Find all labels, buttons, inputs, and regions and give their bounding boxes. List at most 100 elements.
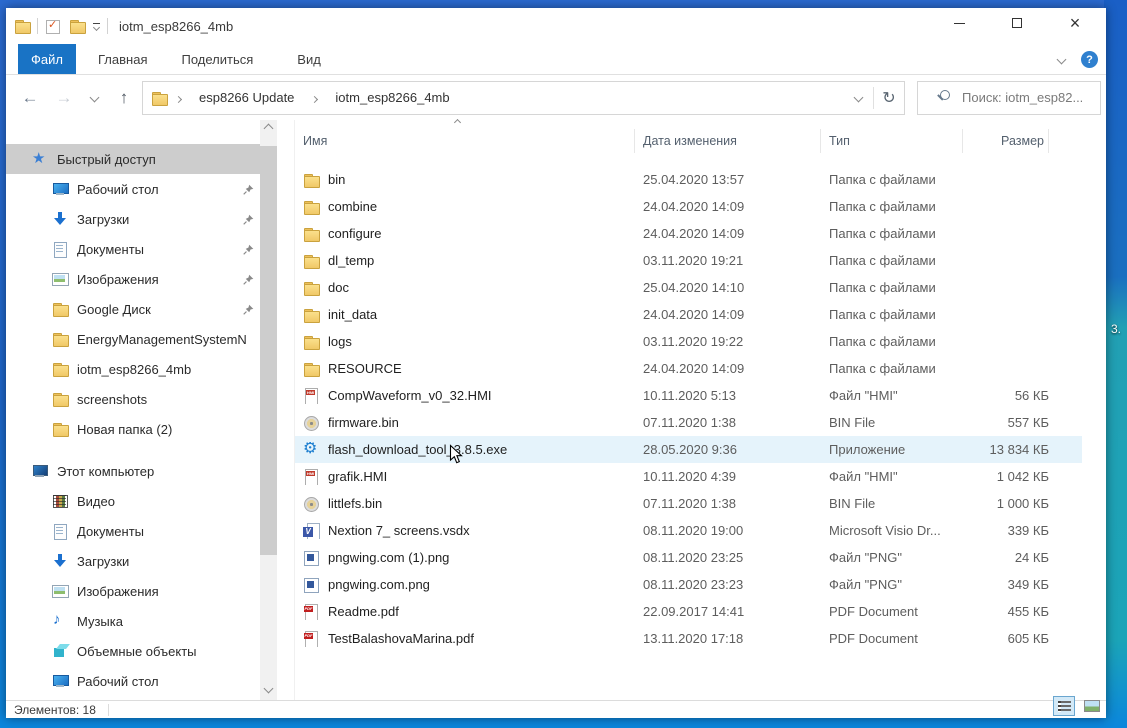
file-type: Папка с файлами [821,307,963,322]
details-view-icon [1058,701,1071,712]
address-dropdown-button[interactable] [843,82,873,114]
file-row[interactable]: logs03.11.2020 19:22Папка с файлами [295,328,1082,355]
close-button[interactable]: × [1046,8,1104,38]
file-row[interactable]: pngwing.com.png08.11.2020 23:23Файл "PNG… [295,571,1082,598]
scroll-up-arrow-icon[interactable] [264,124,274,134]
pin-icon [243,274,254,285]
file-row[interactable]: Readme.pdf22.09.2017 14:41PDF Document45… [295,598,1082,625]
sidebar-item-label: Изображения [77,272,159,287]
sidebar-item-downloads[interactable]: Загрузки [6,204,260,234]
tab-file[interactable]: Файл [18,44,76,74]
sidebar-item-iotm-esp8266[interactable]: iotm_esp8266_4mb [6,354,260,384]
thumbnails-view-button[interactable] [1081,696,1103,716]
file-row[interactable]: firmware.bin07.11.2020 1:38BIN File557 К… [295,409,1082,436]
navigation-pane: Быстрый доступ Рабочий стол Загрузки Док… [6,120,284,700]
column-header-date[interactable]: Дата изменения [635,129,821,153]
file-icon [303,307,319,323]
search-input[interactable] [962,90,1082,105]
file-row-hovered[interactable]: flash_download_tool_3.8.5.exe28.05.2020 … [295,436,1082,463]
minimize-button[interactable] [930,8,988,38]
sidebar-item-videos[interactable]: Видео [6,486,260,516]
refresh-button[interactable]: ↻ [874,82,904,114]
cube-icon [52,643,68,659]
sidebar-item-label: Рабочий стол [77,182,159,197]
sidebar-item-music[interactable]: Музыка [6,606,260,636]
file-name: firmware.bin [328,415,399,430]
file-size: 1 000 КБ [963,496,1049,511]
explorer-window: iotm_esp8266_4mb × Файл Главная Поделить… [6,8,1106,718]
file-row[interactable]: Nextion 7_ screens.vsdx08.11.2020 19:00M… [295,517,1082,544]
file-row[interactable]: TestBalashovaMarina.pdf13.11.2020 17:18P… [295,625,1082,652]
chevron-down-icon [89,93,99,103]
file-type: Папка с файлами [821,226,963,241]
file-row[interactable]: RESOURCE24.04.2020 14:09Папка с файлами [295,355,1082,382]
column-label: Размер [1001,134,1044,148]
sidebar-item-documents-pc[interactable]: Документы [6,516,260,546]
file-row[interactable]: littlefs.bin07.11.2020 1:38BIN File1 000… [295,490,1082,517]
qat-checkbox-icon[interactable] [45,18,61,34]
sidebar-item-pictures-pc[interactable]: Изображения [6,576,260,606]
documents-icon [52,523,68,539]
pin-icon [243,214,254,225]
folder-icon [52,391,68,407]
scrollbar-thumb[interactable] [260,146,277,555]
sidebar-item-new-folder[interactable]: Новая папка (2) [6,414,260,444]
sidebar-item-energymanagement[interactable]: EnergyManagementSystemN [6,324,260,354]
sidebar-item-google-drive[interactable]: Google Диск [6,294,260,324]
sidebar-item-pictures[interactable]: Изображения [6,264,260,294]
column-header-name[interactable]: Имя [295,129,635,153]
file-row[interactable]: pngwing.com (1).png08.11.2020 23:25Файл … [295,544,1082,571]
up-button[interactable]: ↑ [110,88,138,108]
qat-customize-dropdown[interactable] [93,23,100,30]
details-view-button[interactable] [1053,696,1075,716]
tab-home[interactable]: Главная [88,44,157,74]
sidebar-item-label: Объемные объекты [77,644,197,659]
sidebar-item-downloads-pc[interactable]: Загрузки [6,546,260,576]
file-date: 07.11.2020 1:38 [635,496,821,511]
tab-view[interactable]: Вид [287,44,331,74]
file-row[interactable]: configure24.04.2020 14:09Папка с файлами [295,220,1082,247]
recent-locations-chevron[interactable] [80,94,108,101]
sidebar-item-documents[interactable]: Документы [6,234,260,264]
back-button[interactable]: ← [16,88,44,108]
sidebar-scrollbar[interactable] [260,120,277,700]
file-row[interactable]: dl_temp03.11.2020 19:21Папка с файлами [295,247,1082,274]
breadcrumb-segment[interactable]: esp8266 Update [190,90,303,105]
file-icon [303,280,319,296]
pin-icon [243,244,254,255]
sidebar-item-3d-objects[interactable]: Объемные объекты [6,636,260,666]
sidebar-item-screenshots[interactable]: screenshots [6,384,260,414]
scroll-down-arrow-icon[interactable] [264,684,274,694]
pictures-icon [52,271,68,287]
collapse-ribbon-chevron-icon[interactable] [1057,55,1067,65]
forward-button[interactable]: → [50,88,78,108]
help-button[interactable]: ? [1081,51,1098,68]
file-row[interactable]: grafik.HMI10.11.2020 4:39Файл "HMI"1 042… [295,463,1082,490]
sidebar-item-label: EnergyManagementSystemN [77,332,247,347]
file-icon [303,334,319,350]
sidebar-item-label: Изображения [77,584,159,599]
column-header-type[interactable]: Тип [821,129,963,153]
file-icon [303,523,319,539]
file-row[interactable]: init_data24.04.2020 14:09Папка с файлами [295,301,1082,328]
sidebar-item-quick-access[interactable]: Быстрый доступ [6,144,260,174]
sidebar-item-desktop[interactable]: Рабочий стол [6,174,260,204]
sidebar-item-this-pc[interactable]: Этот компьютер [6,456,260,486]
sort-ascending-icon [454,119,461,126]
file-row[interactable]: doc25.04.2020 14:10Папка с файлами [295,274,1082,301]
breadcrumb-segment[interactable]: iotm_esp8266_4mb [326,90,458,105]
qat-folder-icon[interactable] [69,18,85,34]
file-size: 13 834 КБ [963,442,1049,457]
file-row[interactable]: CompWaveform_v0_32.HMI10.11.2020 5:13Фай… [295,382,1082,409]
file-type: Папка с файлами [821,172,963,187]
file-row[interactable]: bin25.04.2020 13:57Папка с файлами [295,166,1082,193]
column-header-size[interactable]: Размер [963,129,1049,153]
maximize-button[interactable] [988,8,1046,38]
file-date: 22.09.2017 14:41 [635,604,821,619]
address-bar[interactable]: esp8266 Update iotm_esp8266_4mb ↻ [142,81,905,115]
sidebar-item-desktop-pc[interactable]: Рабочий стол [6,666,260,696]
file-date: 08.11.2020 19:00 [635,523,821,538]
tab-share[interactable]: Поделиться [171,44,263,74]
file-type: Файл "PNG" [821,550,963,565]
file-row[interactable]: combine24.04.2020 14:09Папка с файлами [295,193,1082,220]
